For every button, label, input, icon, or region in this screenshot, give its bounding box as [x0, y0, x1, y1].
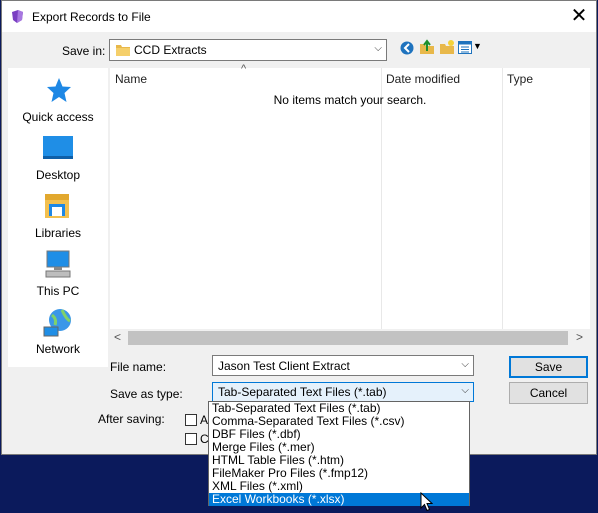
- empty-message: No items match your search.: [273, 93, 427, 107]
- after-saving-checkbox-1[interactable]: [185, 414, 197, 426]
- view-menu-button[interactable]: ▼: [458, 41, 482, 55]
- save-type-value: Tab-Separated Text Files (*.tab): [218, 385, 387, 399]
- scroll-thumb[interactable]: [128, 331, 568, 345]
- save-in-value: CCD Extracts: [134, 43, 207, 57]
- back-icon[interactable]: [400, 41, 414, 55]
- window-title: Export Records to File: [32, 10, 151, 24]
- save-in-dropdown[interactable]: CCD Extracts ⌵: [109, 39, 387, 61]
- column-header-name[interactable]: Name: [115, 68, 147, 90]
- places-bar: Quick access Desktop Libraries This PC N…: [8, 68, 108, 367]
- folder-icon: [116, 45, 130, 56]
- up-folder-icon[interactable]: [419, 39, 435, 55]
- network-icon: [43, 309, 71, 337]
- place-desktop[interactable]: Desktop: [8, 133, 108, 189]
- libraries-icon: [45, 194, 69, 218]
- place-label: This PC: [36, 284, 80, 298]
- column-header-type[interactable]: Type: [507, 68, 533, 90]
- computer-icon: [45, 250, 71, 278]
- sort-arrow-icon: ^: [241, 63, 247, 75]
- place-this-pc[interactable]: This PC: [8, 249, 108, 305]
- save-type-dropdown[interactable]: Tab-Separated Text Files (*.tab) ⌵: [212, 382, 474, 402]
- chevron-down-icon: ▼: [473, 41, 482, 51]
- place-network[interactable]: Network: [8, 307, 108, 363]
- place-quick-access[interactable]: Quick access: [8, 75, 108, 131]
- chevron-down-icon: ⌵: [374, 43, 382, 54]
- place-libraries[interactable]: Libraries: [8, 191, 108, 247]
- new-folder-icon[interactable]: [439, 39, 455, 55]
- file-name-input[interactable]: Jason Test Client Extract ⌵: [212, 355, 474, 376]
- file-type-dropdown-list[interactable]: Tab-Separated Text Files (*.tab) Comma-S…: [208, 401, 470, 506]
- file-list[interactable]: ^ Name Date modified Type No items match…: [110, 63, 590, 347]
- column-header-date[interactable]: Date modified: [386, 68, 460, 90]
- chevron-down-icon: ⌵: [461, 385, 469, 396]
- app-icon: [12, 10, 23, 23]
- desktop-icon: [43, 136, 73, 159]
- scroll-left-icon[interactable]: <: [114, 330, 121, 344]
- after-saving-label: After saving:: [98, 412, 165, 426]
- place-label: Quick access: [22, 110, 94, 124]
- file-name-value: Jason Test Client Extract: [218, 359, 350, 373]
- after-saving-checkbox-2[interactable]: [185, 433, 197, 445]
- export-dialog: Export Records to File ✕ Save in: CCD Ex…: [1, 0, 597, 455]
- column-divider: [381, 68, 382, 330]
- save-type-label: Save as type:: [110, 387, 183, 401]
- horizontal-scrollbar[interactable]: < >: [110, 329, 590, 347]
- column-divider: [502, 68, 503, 330]
- place-label: Network: [35, 342, 80, 356]
- star-icon: [47, 78, 71, 102]
- save-button[interactable]: Save: [509, 356, 588, 378]
- view-menu-icon: [458, 41, 472, 54]
- place-label: Libraries: [34, 226, 82, 240]
- title-bar: Export Records to File ✕: [2, 1, 596, 32]
- file-name-label: File name:: [110, 360, 167, 374]
- save-in-label: Save in:: [62, 44, 106, 58]
- close-button[interactable]: ✕: [564, 3, 594, 29]
- place-label: Desktop: [35, 168, 81, 182]
- cancel-button[interactable]: Cancel: [509, 382, 588, 404]
- scroll-right-icon[interactable]: >: [576, 330, 583, 344]
- chevron-down-icon: ⌵: [461, 359, 469, 370]
- mouse-cursor-icon: [420, 492, 433, 512]
